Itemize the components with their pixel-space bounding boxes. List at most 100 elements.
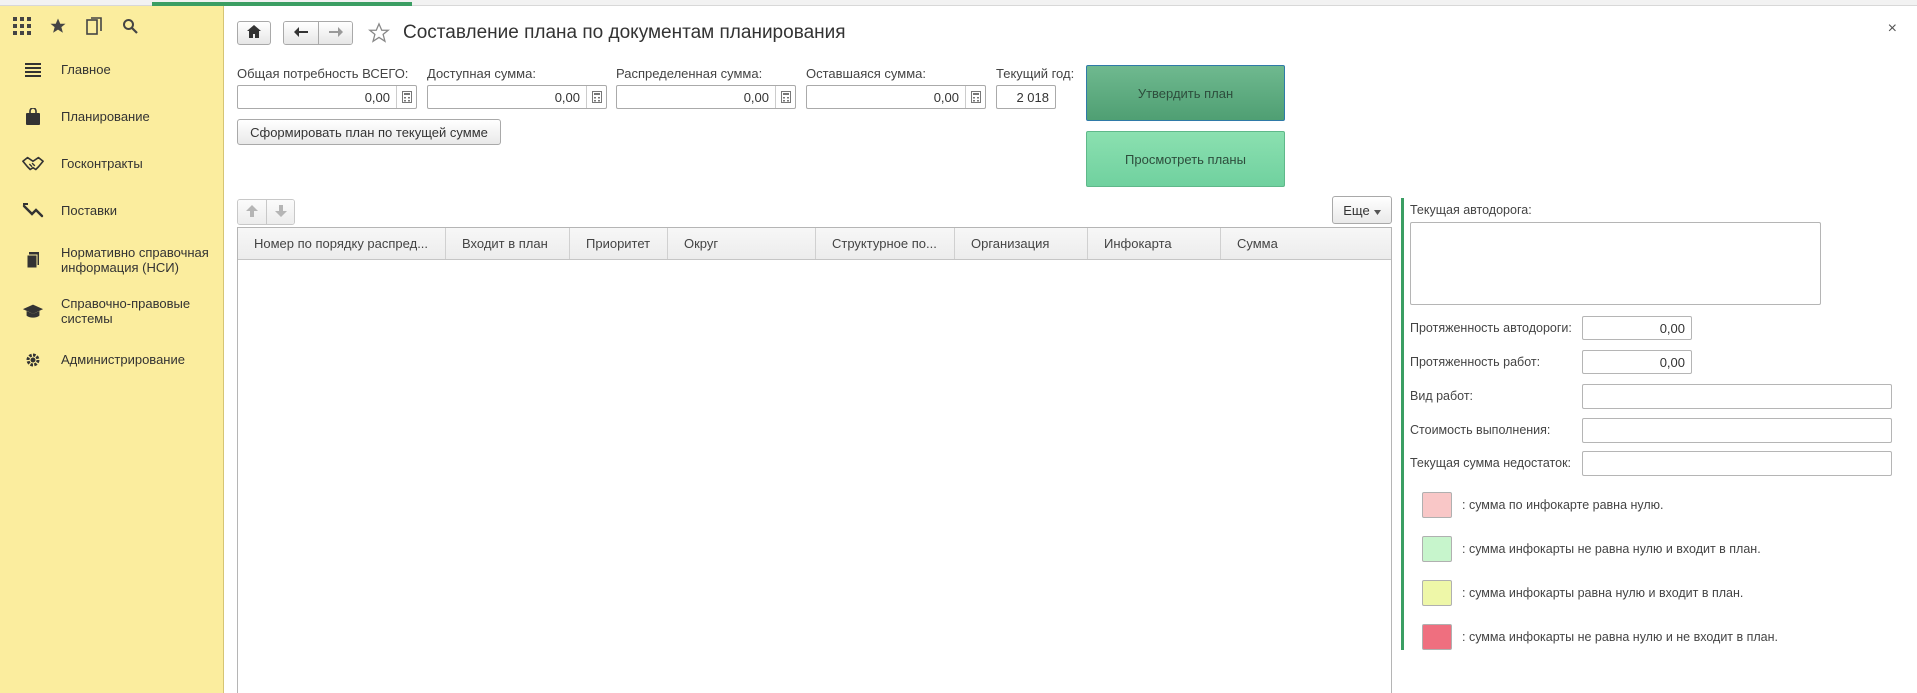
favorite-star-icon[interactable] — [367, 21, 391, 45]
sidebar-item-nsi[interactable]: Нормативно справочная информация (НСИ) — [0, 234, 223, 285]
search-icon[interactable] — [120, 16, 140, 36]
legend-swatch-light-green — [1422, 536, 1452, 562]
cost-field[interactable] — [1582, 418, 1892, 443]
sidebar-item-label: Нормативно справочная информация (НСИ) — [61, 244, 209, 275]
form-plan-button[interactable]: Сформировать план по текущей сумме — [237, 119, 501, 145]
graduation-cap-icon — [22, 300, 44, 322]
sidebar-item-label: Справочно-правовые системы — [61, 295, 191, 326]
road-length-field[interactable]: 0,00 — [1582, 316, 1692, 340]
sidebar-item-label: Администрирование — [61, 352, 185, 367]
calculator-icon[interactable] — [965, 86, 985, 108]
back-button[interactable] — [284, 22, 318, 44]
total-need-value: 0,00 — [364, 89, 390, 105]
column-header[interactable]: Номер по порядку распред... — [238, 228, 446, 259]
sidebar-item-admin[interactable]: Администрирование — [0, 336, 223, 383]
sidebar-item-main[interactable]: Главное — [0, 46, 223, 93]
chevron-down-icon — [1373, 203, 1381, 218]
move-up-button[interactable] — [238, 200, 266, 224]
sidebar-item-contracts[interactable]: Госконтракты — [0, 140, 223, 187]
total-need-label: Общая потребность ВСЕГО: — [237, 66, 409, 81]
current-year-label: Текущий год: — [996, 66, 1075, 81]
distributed-sum-value: 0,00 — [743, 89, 769, 105]
arrow-up-icon — [246, 204, 258, 220]
legend-item: : сумма инфокарты не равна нулю и не вхо… — [1422, 624, 1778, 650]
current-year-value: 2 018 — [1016, 89, 1049, 105]
history-icon[interactable] — [84, 16, 104, 36]
column-header[interactable]: Сумма — [1221, 228, 1391, 259]
view-plans-button[interactable]: Просмотреть планы — [1086, 131, 1285, 187]
shortage-field[interactable] — [1582, 451, 1892, 476]
column-header[interactable]: Структурное по... — [816, 228, 955, 259]
menu-lines-icon — [22, 59, 44, 81]
work-length-field[interactable]: 0,00 — [1582, 350, 1692, 374]
sidebar: Главное Планирование Госконтракты Постав… — [0, 6, 224, 693]
star-icon[interactable] — [48, 16, 68, 36]
legend-swatch-yellow — [1422, 580, 1452, 606]
available-sum-value: 0,00 — [554, 89, 580, 105]
books-icon — [22, 249, 44, 271]
row-move-buttons — [237, 199, 295, 225]
shortage-label: Текущая сумма недостаток: — [1410, 456, 1572, 470]
column-header[interactable]: Округ — [668, 228, 816, 259]
remaining-sum-value: 0,00 — [933, 89, 959, 105]
forward-button[interactable] — [318, 22, 352, 44]
close-button[interactable]: × — [1888, 20, 1897, 38]
legend-item: : сумма по инфокарте равна нулю. — [1422, 492, 1664, 518]
page-title: Составление плана по документам планиров… — [403, 22, 846, 43]
main-form: Составление плана по документам планиров… — [225, 6, 1917, 693]
calculator-icon[interactable] — [775, 86, 795, 108]
current-road-field[interactable] — [1410, 222, 1821, 305]
sidebar-item-deliveries[interactable]: Поставки — [0, 187, 223, 234]
history-nav — [283, 21, 353, 45]
arrow-down-icon — [274, 204, 287, 220]
column-header[interactable]: Приоритет — [570, 228, 668, 259]
apps-grid-icon[interactable] — [12, 16, 32, 36]
legend-text: : сумма по инфокарте равна нулю. — [1462, 498, 1664, 512]
road-length-label: Протяженность автодороги: — [1410, 321, 1572, 335]
legend-swatch-red — [1422, 624, 1452, 650]
sidebar-item-label: Госконтракты — [61, 156, 143, 171]
plan-table[interactable]: Номер по порядку распред... Входит в пла… — [237, 227, 1392, 693]
sidebar-toolbar — [0, 6, 223, 46]
bag-icon — [22, 106, 44, 128]
truck-icon — [22, 200, 44, 222]
distributed-sum-label: Распределенная сумма: — [616, 66, 763, 81]
legend-item: : сумма инфокарты не равна нулю и входит… — [1422, 536, 1761, 562]
column-header[interactable]: Инфокарта — [1088, 228, 1221, 259]
legend-text: : сумма инфокарты не равна нулю и не вхо… — [1462, 630, 1779, 644]
column-header[interactable]: Организация — [955, 228, 1088, 259]
details-panel: Текущая автодорога: Протяженность автодо… — [1401, 198, 1917, 650]
sidebar-item-label: Главное — [61, 62, 111, 77]
legend-text: : сумма инфокарты не равна нулю и входит… — [1462, 542, 1761, 556]
distributed-sum-field[interactable]: 0,00 — [616, 85, 796, 109]
available-sum-field[interactable]: 0,00 — [427, 85, 607, 109]
current-year-field[interactable]: 2 018 — [996, 85, 1056, 109]
legend-text: : сумма инфокарты равна нулю и входит в … — [1462, 586, 1744, 600]
home-icon — [247, 25, 261, 41]
gear-icon — [22, 349, 44, 371]
move-down-button[interactable] — [266, 200, 294, 224]
arrow-right-icon — [328, 26, 343, 40]
legend-item: : сумма инфокарты равна нулю и входит в … — [1422, 580, 1743, 606]
more-button[interactable]: Еще — [1332, 196, 1392, 224]
approve-plan-button[interactable]: Утвердить план — [1086, 65, 1285, 121]
current-road-label: Текущая автодорога: — [1410, 203, 1532, 217]
calculator-icon[interactable] — [586, 86, 606, 108]
arrow-left-icon — [294, 26, 308, 40]
work-length-label: Протяженность работ: — [1410, 355, 1541, 369]
sidebar-item-planning[interactable]: Планирование — [0, 93, 223, 140]
cost-label: Стоимость выполнения: — [1410, 423, 1551, 437]
column-header[interactable]: Входит в план — [446, 228, 570, 259]
sidebar-item-label: Поставки — [61, 203, 117, 218]
work-type-label: Вид работ: — [1410, 389, 1474, 403]
remaining-sum-label: Оставшаяся сумма: — [806, 66, 926, 81]
handshake-icon — [22, 153, 44, 175]
more-button-label: Еще — [1343, 202, 1370, 218]
home-button[interactable] — [237, 21, 271, 45]
sidebar-item-legal[interactable]: Справочно-правовые системы — [0, 285, 223, 336]
total-need-field[interactable]: 0,00 — [237, 85, 417, 109]
work-type-field[interactable] — [1582, 384, 1892, 409]
calculator-icon[interactable] — [396, 86, 416, 108]
sidebar-item-label: Планирование — [61, 109, 150, 124]
remaining-sum-field[interactable]: 0,00 — [806, 85, 986, 109]
